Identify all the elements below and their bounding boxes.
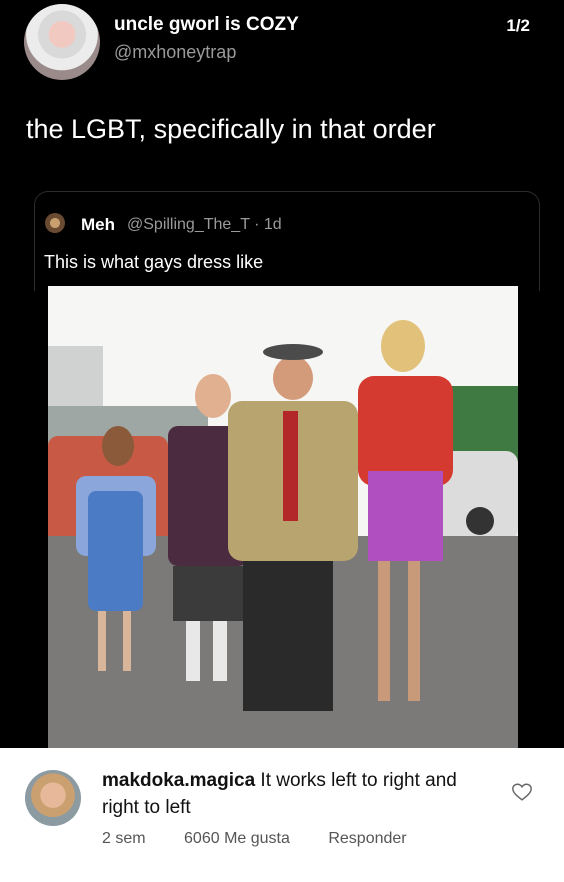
quoted-tweet[interactable]: Meh @Spilling_The_T · 1d This is what ga… (34, 191, 540, 291)
quoted-photo[interactable] (48, 286, 518, 748)
quote-author-meta: @Spilling_The_T · 1d (127, 216, 282, 233)
photo-illustration (48, 286, 518, 748)
page-indicator: 1/2 (506, 16, 530, 35)
author-handle[interactable]: @mxhoneytrap (114, 42, 236, 63)
comment-likes[interactable]: 6060 Me gusta (184, 830, 290, 847)
comment-time: 2 sem (102, 830, 146, 847)
quote-author-avatar (45, 213, 65, 233)
comment-username[interactable]: makdoka.magica (102, 770, 255, 791)
author-name[interactable]: uncle gworl is COZY (114, 14, 299, 36)
quote-author-name: Meh (81, 215, 115, 234)
tweet-card: uncle gworl is COZY @mxhoneytrap 1/2 the… (0, 0, 564, 748)
heart-icon[interactable] (511, 781, 533, 803)
quote-text: This is what gays dress like (44, 252, 264, 272)
author-avatar[interactable] (24, 4, 100, 80)
commenter-avatar[interactable] (25, 770, 81, 826)
comment-meta: 2 sem 6060 Me gusta Responder (102, 830, 441, 848)
reply-button[interactable]: Responder (328, 830, 406, 847)
tweet-text: the LGBT, specifically in that order (26, 114, 436, 144)
comment-body: makdoka.magica It works left to right an… (102, 767, 482, 821)
instagram-comment: makdoka.magica It works left to right an… (0, 748, 564, 882)
